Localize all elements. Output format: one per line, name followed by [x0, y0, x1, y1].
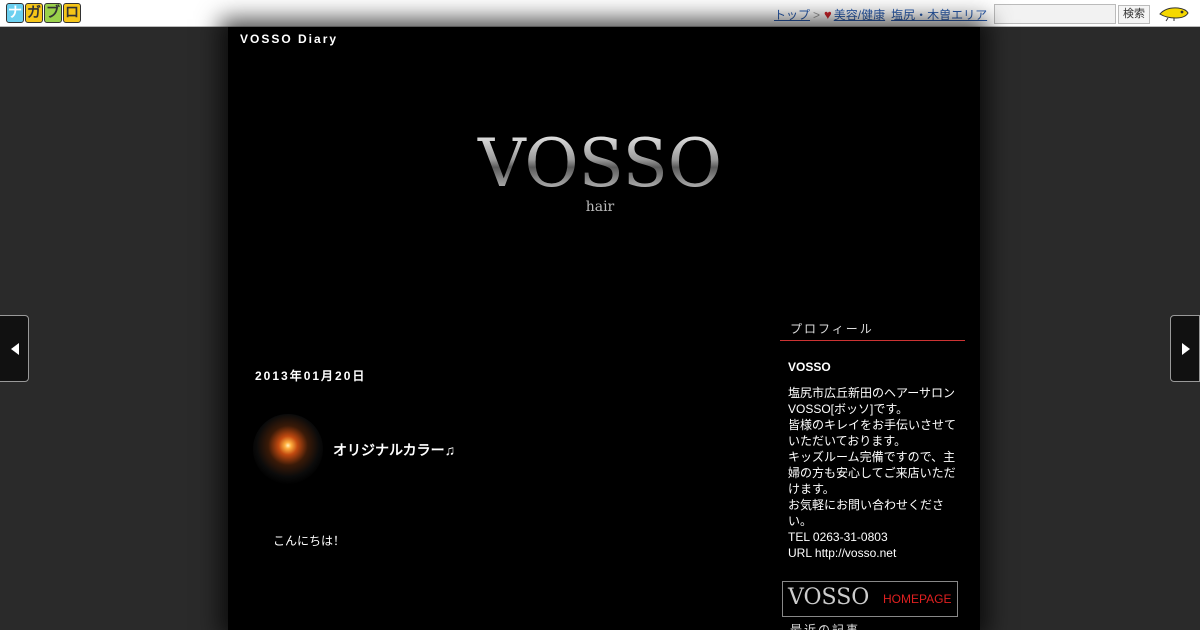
breadcrumb-separator: > — [813, 7, 821, 22]
logo-char: ガ — [25, 3, 43, 23]
breadcrumb-top-link[interactable]: トップ — [774, 6, 810, 23]
mascot-icon[interactable] — [1158, 4, 1190, 22]
header-logo-subtext: hair — [586, 199, 615, 215]
vosso-header-logo[interactable]: VOSSO hair — [471, 122, 729, 217]
profile-line: キッズルーム完備ですので、主婦の方も安心してご来店いただけます。 — [788, 450, 956, 496]
post-date: 2013年01月20日 — [255, 369, 367, 383]
next-arrow-button[interactable] — [1170, 315, 1200, 382]
profile-line: TEL 0263-31-0803 — [788, 530, 888, 544]
search-button[interactable]: 検索 — [1118, 5, 1150, 24]
banner-homepage-label: HOMEPAGE — [883, 592, 952, 606]
chevron-right-icon — [1182, 343, 1190, 355]
blog-main-column: VOSSO Diary VOSSO hair 2013年01月20日 オリジナル… — [228, 27, 980, 630]
chevron-left-icon — [11, 343, 19, 355]
logo-char: ナ — [6, 3, 24, 23]
post-thumbnail[interactable] — [253, 414, 323, 484]
blog-title[interactable]: VOSSO Diary — [240, 32, 338, 46]
logo-char: ロ — [63, 3, 81, 23]
profile-line: 塩尻市広丘新田のヘアーサロンVOSSO[ボッソ]です。 — [788, 386, 956, 416]
profile-line: URL http://vosso.net — [788, 546, 897, 560]
search-input[interactable] — [994, 4, 1116, 24]
logo-char: ブ — [44, 3, 62, 23]
recent-posts-heading: 最近の記事 — [790, 623, 861, 630]
top-bar: ナガブロ トップ > ♥ 美容/健康 塩尻・木曽エリア 検索 — [0, 0, 1200, 27]
banner-logo-text: VOSSO — [788, 585, 870, 610]
breadcrumb: トップ > ♥ 美容/健康 塩尻・木曽エリア — [774, 6, 987, 23]
profile-heading: プロフィール — [780, 320, 965, 341]
profile-line: 皆様のキレイをお手伝いさせていただいております。 — [788, 418, 957, 448]
previous-arrow-button[interactable] — [0, 315, 29, 382]
breadcrumb-category-link[interactable]: 美容/健康 — [834, 6, 885, 23]
profile-line: お気軽にお問い合わせください。 — [788, 498, 945, 528]
homepage-banner[interactable]: VOSSO HOMEPAGE — [782, 581, 958, 617]
post-title[interactable]: オリジナルカラー♫ — [333, 440, 455, 460]
post-body: こんにちは！ — [273, 534, 346, 548]
profile-description: 塩尻市広丘新田のヘアーサロンVOSSO[ボッソ]です。 皆様のキレイをお手伝いさ… — [788, 385, 960, 561]
header-logo-text: VOSSO — [477, 125, 722, 202]
breadcrumb-area-link[interactable]: 塩尻・木曽エリア — [891, 6, 987, 23]
nagablo-logo[interactable]: ナガブロ — [6, 3, 81, 23]
heart-icon: ♥ — [824, 7, 832, 22]
profile-name: VOSSO — [788, 360, 831, 374]
